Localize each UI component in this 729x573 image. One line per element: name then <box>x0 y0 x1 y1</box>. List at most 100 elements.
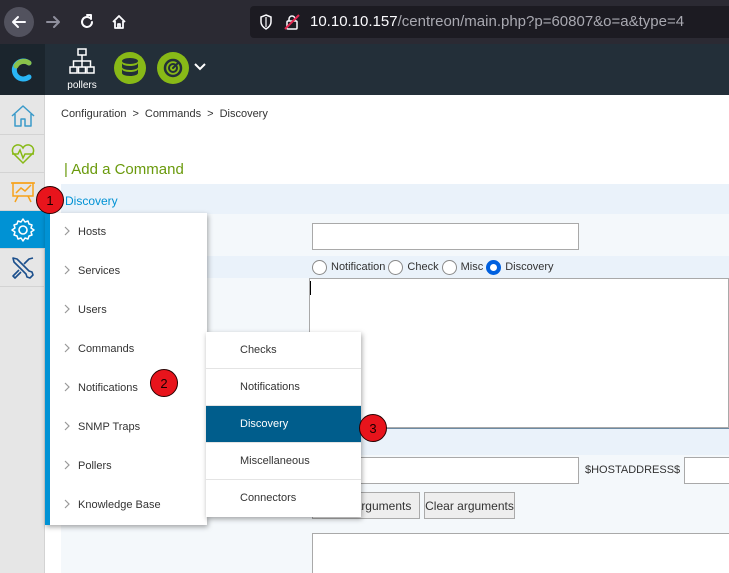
chevron-right-icon <box>64 499 70 509</box>
menu-item-label: Users <box>78 304 107 316</box>
command-line-textarea[interactable] <box>309 278 729 428</box>
reload-icon <box>81 14 93 28</box>
sidebar-item-configuration[interactable] <box>0 211 45 249</box>
database-status-button[interactable] <box>114 52 146 84</box>
menu-item-users[interactable]: Users <box>50 291 207 330</box>
breadcrumb-configuration[interactable]: Configuration <box>61 108 126 120</box>
radio-label: Check <box>407 261 439 273</box>
network-tree-icon <box>69 48 95 74</box>
command-name-input[interactable] <box>312 223 579 250</box>
gear-icon <box>10 217 35 242</box>
step-marker-3: 3 <box>359 414 387 442</box>
breadcrumb-separator: > <box>132 108 139 120</box>
url-host: 10.10.10.157 <box>310 13 398 30</box>
radio-label: Misc <box>460 261 484 273</box>
submenu-item-miscellaneous[interactable]: Miscellaneous <box>206 443 361 480</box>
menu-item-pollers[interactable]: Pollers <box>50 447 207 486</box>
pollers-label: pollers <box>67 80 97 91</box>
arrow-right-icon <box>46 16 60 28</box>
radio-discovery[interactable]: Discovery <box>486 259 554 275</box>
home-button[interactable] <box>104 7 134 37</box>
breadcrumb: Configuration > Commands > Discovery <box>61 108 274 120</box>
submenu-item-checks[interactable]: Checks <box>206 332 361 369</box>
menu-item-snmp-traps[interactable]: SNMP Traps <box>50 408 207 447</box>
sidebar-item-monitoring[interactable] <box>0 135 45 173</box>
form-section-header: Discovery <box>61 184 729 214</box>
step-marker-1: 1 <box>36 186 64 214</box>
text-caret <box>310 281 311 295</box>
chevron-right-icon <box>64 421 70 431</box>
insecure-lock-icon[interactable] <box>284 14 300 30</box>
heartbeat-icon <box>11 143 34 164</box>
chevron-right-icon <box>64 265 70 275</box>
macro-input[interactable] <box>684 457 729 484</box>
forward-button[interactable] <box>38 7 68 37</box>
app-header: pollers <box>0 44 729 95</box>
menu-item-label: Knowledge Base <box>78 499 161 511</box>
tools-icon <box>11 256 34 279</box>
database-icon <box>122 58 138 76</box>
url-bar[interactable]: 10.10.10.157/centreon/main.php?p=60807&o… <box>250 6 729 38</box>
home-outline-icon <box>10 104 35 127</box>
gauge-icon <box>163 58 183 78</box>
submenu-item-notifications[interactable]: Notifications <box>206 369 361 406</box>
describe-arguments-visible-label: arguments <box>354 498 412 513</box>
menu-item-label: Commands <box>78 343 135 355</box>
chevron-down-icon[interactable] <box>193 62 207 72</box>
radio-circle-checked[interactable] <box>486 259 502 275</box>
configuration-menu: Hosts Services Users Commands Notificati… <box>45 213 207 525</box>
home-icon <box>112 15 126 29</box>
chevron-right-icon <box>64 304 70 314</box>
command-type-radios: Notification Check Misc Discovery <box>312 258 557 276</box>
breadcrumb-commands[interactable]: Commands <box>145 108 201 120</box>
submenu-item-label: Notifications <box>240 381 300 393</box>
centreon-logo[interactable] <box>0 44 45 95</box>
clear-arguments-button[interactable]: Clear arguments <box>424 492 515 519</box>
gauge-status-button[interactable] <box>157 52 189 84</box>
menu-item-knowledge-base[interactable]: Knowledge Base <box>50 486 207 525</box>
submenu-item-discovery[interactable]: Discovery <box>206 406 361 443</box>
menu-item-label: Notifications <box>78 382 138 394</box>
pollers-status[interactable]: pollers <box>64 48 100 92</box>
reload-button[interactable] <box>72 7 102 37</box>
shield-icon[interactable] <box>259 14 273 30</box>
argument-description-textarea[interactable] <box>312 533 729 573</box>
url-text[interactable]: 10.10.10.157/centreon/main.php?p=60807&o… <box>310 13 684 30</box>
submenu-item-label: Checks <box>240 344 277 356</box>
menu-item-commands[interactable]: Commands <box>50 330 207 369</box>
chart-board-icon <box>10 181 35 202</box>
radio-check[interactable]: Check <box>388 259 439 275</box>
chevron-right-icon <box>64 460 70 470</box>
menu-item-label: Hosts <box>78 226 107 238</box>
menu-item-label: Pollers <box>78 460 112 472</box>
radio-label: Discovery <box>505 261 554 273</box>
menu-item-notifications[interactable]: Notifications <box>50 369 207 408</box>
left-sidebar <box>0 95 45 573</box>
chevron-right-icon <box>64 343 70 353</box>
breadcrumb-separator: > <box>207 108 214 120</box>
sidebar-item-administration[interactable] <box>0 249 45 287</box>
section-label: Discovery <box>65 194 118 208</box>
browser-toolbar: 10.10.10.157/centreon/main.php?p=60807&o… <box>0 0 729 44</box>
radio-misc[interactable]: Misc <box>441 259 484 275</box>
submenu-item-label: Connectors <box>240 492 297 504</box>
centreon-logo-icon <box>11 58 31 81</box>
radio-notification[interactable]: Notification <box>312 259 386 275</box>
sidebar-item-home[interactable] <box>0 97 45 135</box>
arrow-left-icon <box>12 16 26 28</box>
back-button[interactable] <box>4 7 34 37</box>
radio-circle[interactable] <box>388 259 404 275</box>
radio-circle[interactable] <box>312 259 327 275</box>
radio-label: Notification <box>331 261 386 273</box>
breadcrumb-discovery[interactable]: Discovery <box>220 108 268 120</box>
submenu-item-connectors[interactable]: Connectors <box>206 480 361 517</box>
chevron-right-icon <box>64 226 70 236</box>
submenu-item-label: Discovery <box>240 418 289 430</box>
submenu-item-label: Miscellaneous <box>240 455 310 467</box>
menu-item-hosts[interactable]: Hosts <box>50 213 207 252</box>
url-path: /centreon/main.php?p=60807&o=a&type=4 <box>397 13 685 30</box>
commands-submenu: Checks Notifications Discovery Miscellan… <box>206 332 361 517</box>
page-title: | Add a Command <box>64 161 184 178</box>
menu-item-services[interactable]: Services <box>50 252 207 291</box>
radio-circle[interactable] <box>441 259 457 275</box>
